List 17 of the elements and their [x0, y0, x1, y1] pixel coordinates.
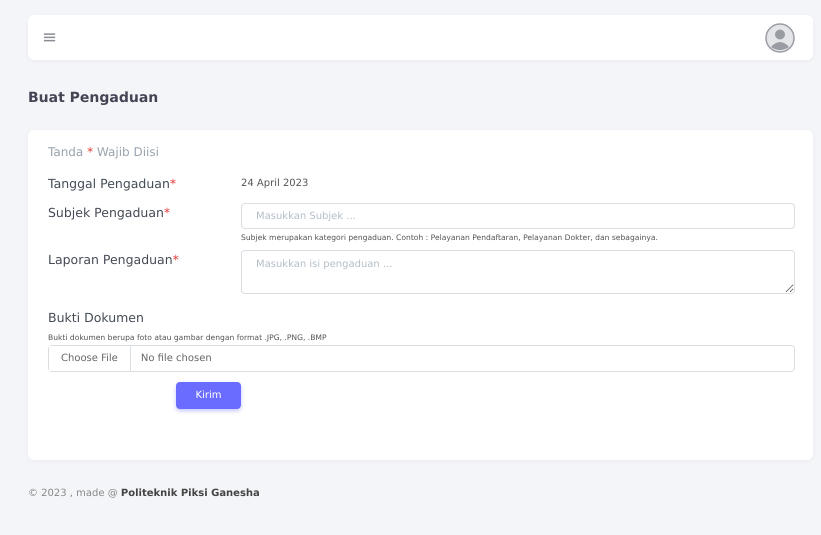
- footer-link[interactable]: Politeknik Piksi Ganesha: [120, 488, 260, 499]
- report-field[interactable]: Masukkan isi pengaduan ...: [241, 250, 795, 294]
- field-label: Laporan Pengaduan*: [48, 251, 180, 269]
- date-value: 24 April 2023: [241, 178, 310, 188]
- submit-button[interactable]: Kirim: [176, 382, 241, 409]
- file-status: No file chosen: [140, 352, 213, 366]
- field-label: Tanggal Pengaduan*: [48, 176, 178, 190]
- file-input[interactable]: Choose File No file chosen: [48, 345, 795, 372]
- subject-field[interactable]: Masukkan Subjek ...: [241, 203, 795, 229]
- page-title: Buat Pengaduan: [28, 90, 160, 108]
- required-legend: Tanda * Wajib Diisi: [48, 145, 795, 165]
- field-label: Bukti Dokumen: [48, 310, 145, 325]
- field-label: Subjek Pengaduan*: [48, 204, 172, 222]
- menu-icon[interactable]: ≡: [42, 27, 58, 48]
- avatar-icon[interactable]: [765, 22, 795, 52]
- footer-text: © 2023 , made @ Politeknik Piksi Ganesha: [28, 488, 261, 499]
- choose-file-button[interactable]: Choose File: [49, 346, 131, 371]
